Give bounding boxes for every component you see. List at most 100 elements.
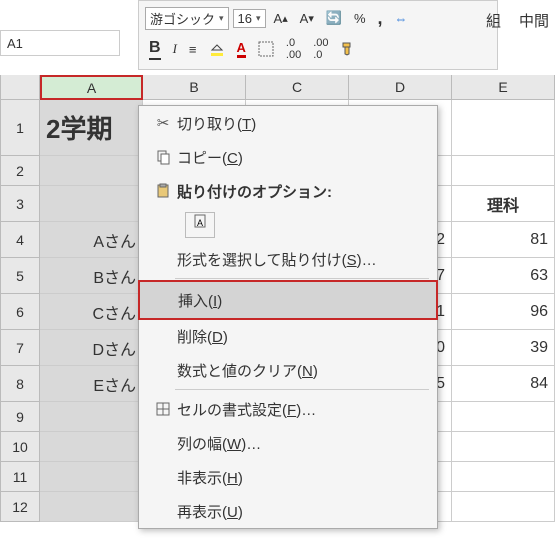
row-header[interactable]: 1 — [0, 100, 40, 156]
fill-color-button[interactable] — [205, 39, 229, 59]
cell[interactable] — [40, 156, 143, 186]
format-painter-icon[interactable] — [336, 39, 360, 59]
separator — [175, 389, 429, 390]
merge-cells-icon[interactable]: ⇔ — [391, 9, 412, 28]
column-header-a[interactable]: A — [40, 75, 143, 100]
copy-icon — [149, 149, 177, 165]
ctx-label: 切り取り(T) — [177, 113, 256, 134]
cell[interactable] — [40, 186, 143, 222]
row-header[interactable]: 5 — [0, 258, 40, 294]
ribbon-group-labels: 組 中間 — [478, 6, 557, 35]
clipboard-icon — [149, 183, 177, 199]
increase-font-icon[interactable]: A▴ — [270, 9, 292, 28]
font-size-dropdown[interactable]: 16 ▾ — [233, 9, 266, 28]
name-box[interactable]: A1 — [0, 30, 120, 56]
name-box-value: A1 — [7, 36, 23, 51]
accounting-format-icon[interactable]: 🔄 — [322, 8, 346, 28]
ctx-paste-options-header: 貼り付けのオプション: — [139, 174, 437, 208]
ctx-label: 列の幅(W)… — [177, 433, 261, 454]
font-color-button[interactable]: A — [233, 38, 250, 60]
ctx-paste-special[interactable]: 形式を選択して貼り付け(S)… — [139, 242, 437, 276]
cell[interactable]: 2学期 — [40, 100, 143, 156]
ctx-delete[interactable]: 削除(D) — [139, 319, 437, 353]
decrease-font-icon[interactable]: A▾ — [296, 9, 318, 28]
ctx-cut[interactable]: ✂ 切り取り(T) — [139, 106, 437, 140]
mini-toolbar: 游ゴシック ▾ 16 ▾ A▴ A▾ 🔄 % , ⇔ B I ≡ A .0.00 .… — [138, 0, 498, 70]
row-header[interactable]: 11 — [0, 462, 40, 492]
cell[interactable]: 理科 — [452, 186, 555, 222]
ribbon-label-a: 組 — [478, 6, 509, 35]
ctx-format-cells[interactable]: セルの書式設定(F)… — [139, 392, 437, 426]
ctx-paste-option-button[interactable]: A — [139, 208, 437, 242]
cell[interactable]: 81 — [452, 222, 555, 258]
ctx-label: セルの書式設定(F)… — [177, 399, 316, 420]
ctx-clear-contents[interactable]: 数式と値のクリア(N) — [139, 353, 437, 387]
row-header[interactable]: 3 — [0, 186, 40, 222]
font-size-value: 16 — [238, 11, 252, 26]
cell[interactable] — [452, 492, 555, 522]
cell[interactable]: Dさん — [40, 330, 143, 366]
cell[interactable] — [452, 432, 555, 462]
ctx-label: 再表示(U) — [177, 501, 243, 522]
font-name-dropdown[interactable]: 游ゴシック ▾ — [145, 7, 229, 30]
format-cells-icon — [149, 401, 177, 417]
row-header[interactable]: 7 — [0, 330, 40, 366]
ribbon-label-b: 中間 — [511, 6, 557, 35]
scissors-icon: ✂ — [149, 114, 177, 132]
cell[interactable] — [40, 492, 143, 522]
row-header[interactable]: 10 — [0, 432, 40, 462]
row-header[interactable]: 4 — [0, 222, 40, 258]
ctx-unhide[interactable]: 再表示(U) — [139, 494, 437, 528]
cell[interactable]: Aさん — [40, 222, 143, 258]
cell[interactable]: Cさん — [40, 294, 143, 330]
comma-format-icon[interactable]: , — [374, 6, 387, 31]
row-header[interactable]: 9 — [0, 402, 40, 432]
cell[interactable]: Eさん — [40, 366, 143, 402]
cell[interactable]: 96 — [452, 294, 555, 330]
cell[interactable] — [452, 156, 555, 186]
cell[interactable] — [452, 100, 555, 156]
chevron-down-icon: ▾ — [256, 13, 261, 24]
ctx-copy[interactable]: コピー(C) — [139, 140, 437, 174]
row-header[interactable]: 2 — [0, 156, 40, 186]
ctx-label: 挿入(I) — [178, 290, 222, 311]
paste-icon: A — [185, 212, 215, 238]
cell[interactable] — [40, 402, 143, 432]
cell[interactable]: Bさん — [40, 258, 143, 294]
column-header-b[interactable]: B — [143, 75, 246, 100]
ctx-insert[interactable]: 挿入(I) — [138, 280, 438, 320]
column-header-e[interactable]: E — [452, 75, 555, 100]
percent-format-icon[interactable]: % — [350, 9, 370, 28]
italic-button[interactable]: I — [169, 39, 181, 59]
context-menu: ✂ 切り取り(T) コピー(C) 貼り付けのオプション: A 形式を選択して貼り… — [138, 105, 438, 529]
chevron-down-icon: ▾ — [219, 13, 224, 24]
cell[interactable]: 39 — [452, 330, 555, 366]
increase-decimal-icon[interactable]: .0.00 — [282, 35, 305, 63]
column-header-c[interactable]: C — [246, 75, 349, 100]
decrease-decimal-icon[interactable]: .00.0 — [309, 35, 332, 63]
select-all-corner[interactable] — [0, 75, 40, 100]
font-name-value: 游ゴシック — [150, 9, 215, 28]
cell[interactable] — [452, 402, 555, 432]
column-header-d[interactable]: D — [349, 75, 452, 100]
align-button[interactable]: ≡ — [185, 40, 201, 59]
column-headers: A B C D E — [0, 75, 555, 100]
svg-text:A: A — [197, 218, 203, 228]
cell[interactable]: 63 — [452, 258, 555, 294]
row-header[interactable]: 12 — [0, 492, 40, 522]
cell[interactable]: 84 — [452, 366, 555, 402]
ctx-hide[interactable]: 非表示(H) — [139, 460, 437, 494]
borders-button[interactable] — [254, 39, 278, 59]
row-header[interactable]: 6 — [0, 294, 40, 330]
cell[interactable] — [40, 462, 143, 492]
bold-button[interactable]: B — [145, 37, 165, 62]
ctx-label: 数式と値のクリア(N) — [177, 360, 318, 381]
cell[interactable] — [452, 462, 555, 492]
ctx-label: 非表示(H) — [177, 467, 243, 488]
ctx-label: コピー(C) — [177, 147, 243, 168]
row-header[interactable]: 8 — [0, 366, 40, 402]
ctx-label: 削除(D) — [177, 326, 228, 347]
ctx-label: 貼り付けのオプション: — [177, 181, 332, 202]
cell[interactable] — [40, 432, 143, 462]
ctx-column-width[interactable]: 列の幅(W)… — [139, 426, 437, 460]
